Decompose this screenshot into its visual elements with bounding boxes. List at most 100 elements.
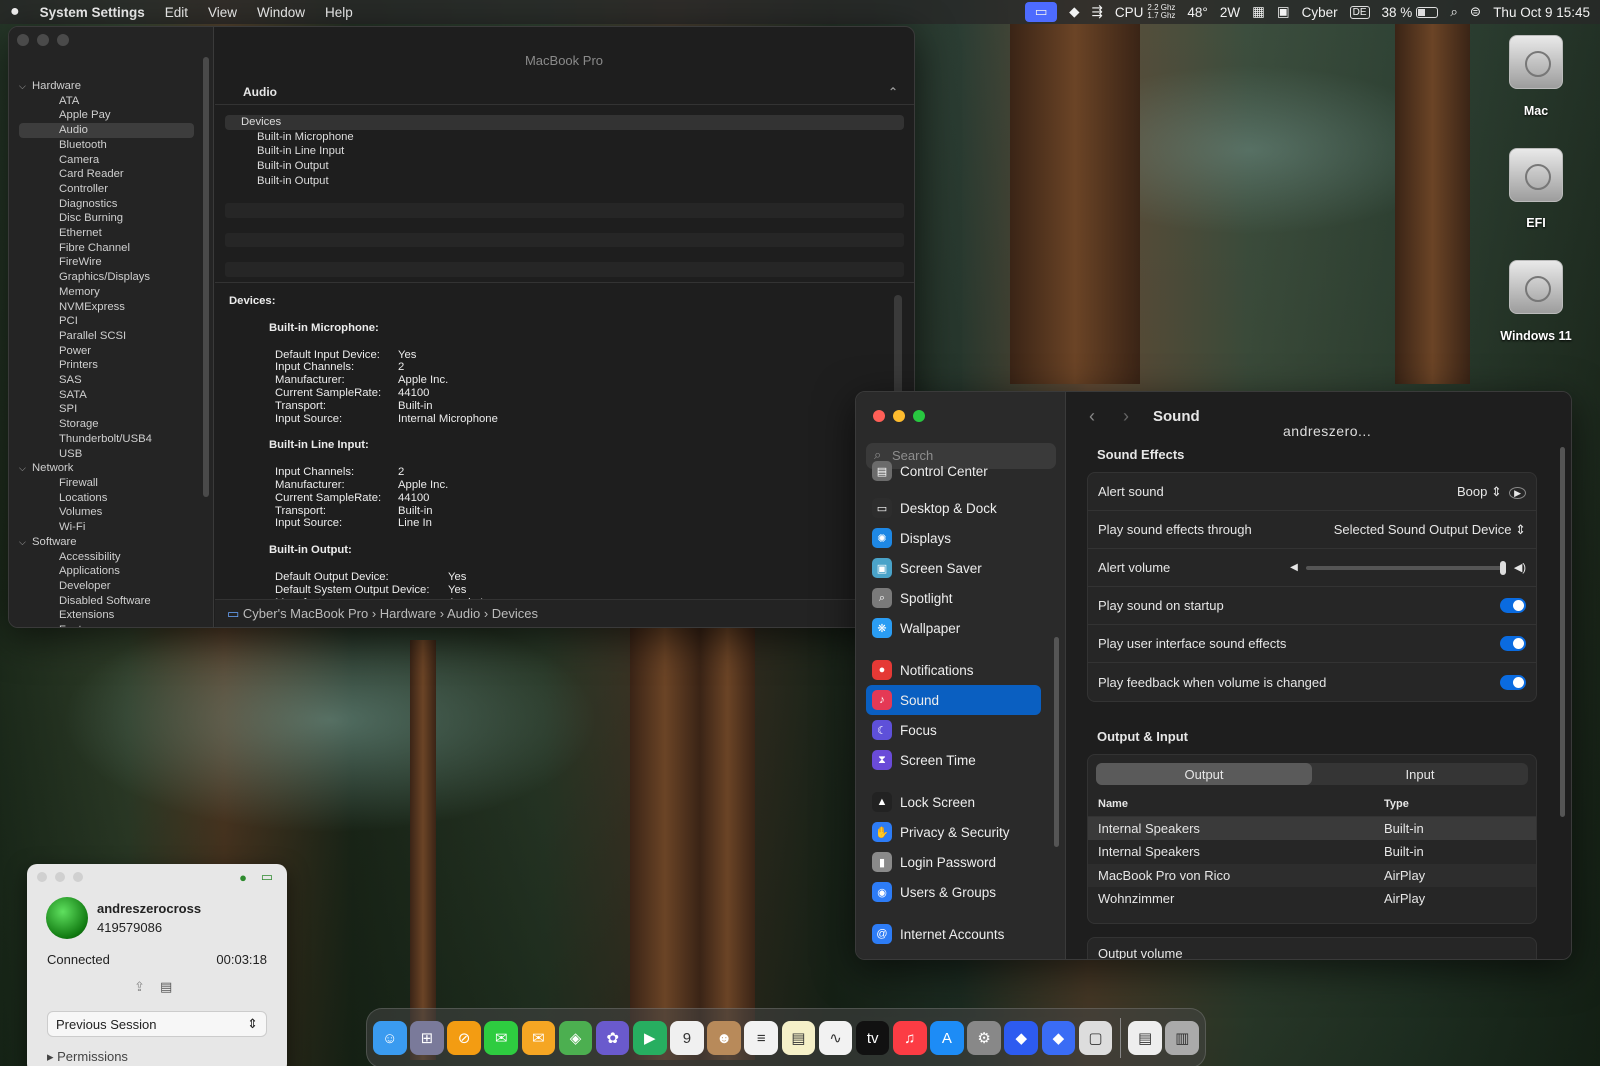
tree-item[interactable]: Fonts [19, 623, 194, 627]
tree-item[interactable]: Disabled Software [19, 594, 194, 609]
alert-volume-slider[interactable] [1305, 560, 1506, 575]
sidebar-item-screen-time[interactable]: ⧗ Screen Time [866, 745, 1041, 775]
drive-label[interactable]: EFI [1481, 216, 1591, 230]
sidebar-item-spotlight[interactable]: ⌕ Spotlight [866, 583, 1041, 613]
sidebar-scrollbar[interactable] [203, 57, 209, 497]
file-transfer-icon[interactable]: ⇪ [134, 979, 145, 995]
temperature-readout[interactable]: 48° [1187, 5, 1207, 20]
battery-icon[interactable] [1416, 6, 1439, 18]
tree-item[interactable]: Power [19, 344, 194, 359]
minimize-button[interactable] [55, 872, 65, 882]
slider-knob[interactable] [1499, 560, 1506, 575]
tree-item[interactable]: FireWire [19, 255, 194, 270]
path-component[interactable]: Cyber's MacBook Pro [243, 606, 368, 621]
tree-item[interactable]: Audio [19, 123, 194, 138]
menu-edit[interactable]: Edit [165, 5, 188, 20]
section-header[interactable]: Audio ⌃ [215, 79, 914, 105]
activity-icon[interactable]: ▦ [1252, 4, 1265, 20]
tree-item[interactable]: Extensions [19, 608, 194, 623]
split-divider[interactable] [215, 282, 914, 283]
dock-tv-icon[interactable]: tv [855, 1021, 890, 1055]
sidebar-scrollbar[interactable] [1054, 637, 1059, 847]
zoom-button[interactable] [57, 34, 69, 46]
dock-notes-icon[interactable]: ▤ [781, 1021, 816, 1055]
dock-photos-icon[interactable]: ✿ [595, 1021, 630, 1055]
dock-document-icon[interactable]: ▤ [1128, 1021, 1162, 1055]
device-row[interactable]: Built-in Microphone [225, 130, 904, 145]
table-row[interactable]: Wohnzimmer AirPlay [1088, 887, 1536, 911]
screen-sharing-icon[interactable]: ▭ [1025, 2, 1058, 22]
tree-item[interactable]: Camera [19, 153, 194, 168]
tree-item[interactable]: USB [19, 447, 194, 462]
tree-group[interactable]: Hardware [19, 79, 194, 94]
keyboard-layout-icon[interactable]: DE [1349, 5, 1370, 19]
zoom-button[interactable] [73, 872, 83, 882]
apple-menu-icon[interactable]: ● [10, 3, 20, 21]
tree-group[interactable]: Software [19, 535, 194, 550]
tree-item[interactable]: Parallel SCSI [19, 329, 194, 344]
dock-safari-icon[interactable]: ⊘ [447, 1021, 481, 1055]
tree-item[interactable]: Printers [19, 358, 194, 373]
tree-item[interactable]: Apple Pay [19, 108, 194, 123]
sidebar-item-privacy-security[interactable]: ✋ Privacy & Security [866, 817, 1041, 847]
dock-contacts-icon[interactable]: ☻ [707, 1021, 741, 1055]
tree-group[interactable]: Network [19, 461, 194, 476]
tree-item[interactable]: Bluetooth [19, 138, 194, 153]
menu-view[interactable]: View [208, 5, 237, 20]
dock-launchpad-icon[interactable]: ⊞ [410, 1021, 444, 1055]
close-button[interactable] [873, 410, 885, 422]
sidebar-item-wallpaper[interactable]: ❋ Wallpaper [866, 613, 1041, 643]
pane-scrollbar[interactable] [1560, 447, 1565, 817]
app-menu[interactable]: System Settings [40, 5, 145, 20]
dock-messages-icon[interactable]: ✉ [484, 1021, 519, 1055]
tree-item[interactable]: Fibre Channel [19, 241, 194, 256]
tree-item[interactable]: NVMExpress [19, 300, 194, 315]
power-readout[interactable]: 2W [1220, 5, 1240, 20]
dock-preview-icon[interactable]: ▢ [1078, 1021, 1113, 1055]
tree-item[interactable]: Wi-Fi [19, 520, 194, 535]
effects-through-popup[interactable]: Selected Sound Output Device ⇕ [1334, 522, 1526, 538]
cpu-frequency[interactable]: 2.2 Ghz 1.7 Ghz [1147, 4, 1175, 20]
search-icon[interactable]: ⌕ [1450, 4, 1458, 20]
message-icon[interactable]: ▤ [160, 979, 172, 995]
sidebar-item-lock-screen[interactable]: ▲ Lock Screen [866, 787, 1041, 817]
drive-icon[interactable] [1509, 260, 1563, 314]
toggle-switch[interactable] [1500, 674, 1526, 690]
dock-facetime-icon[interactable]: ▶ [632, 1021, 667, 1055]
minimize-button[interactable] [893, 410, 905, 422]
close-button[interactable] [37, 872, 47, 882]
path-component[interactable]: Hardware [380, 606, 436, 621]
devices-group-row[interactable]: Devices [225, 115, 904, 130]
sidebar-item-users-groups[interactable]: ◉ Users & Groups [866, 877, 1041, 907]
tab-input[interactable]: Input [1312, 763, 1528, 785]
toggle-switch[interactable] [1500, 636, 1526, 651]
tab-output[interactable]: Output [1096, 763, 1312, 785]
tree-item[interactable]: Accessibility [19, 550, 194, 565]
forward-chevron-icon[interactable]: › [1123, 406, 1129, 427]
tree-item[interactable]: Controller [19, 182, 194, 197]
drive-label[interactable]: Windows 11 [1481, 329, 1591, 343]
minimize-button[interactable] [37, 34, 49, 46]
control-center-icon[interactable]: ⊜ [1470, 4, 1481, 20]
tree-item[interactable]: ATA [19, 94, 194, 109]
tree-item[interactable]: PCI [19, 314, 194, 329]
tree-item[interactable]: Graphics/Displays [19, 270, 194, 285]
tree-item[interactable]: SATA [19, 388, 194, 403]
dock-maps-icon[interactable]: ◈ [558, 1021, 593, 1055]
play-icon[interactable]: ▶ [1509, 486, 1526, 499]
battery-percent[interactable]: 38 % [1382, 5, 1413, 20]
dock-teamviewer-2-icon[interactable]: ◆ [1041, 1021, 1076, 1055]
dock-reminders-icon[interactable]: ≡ [744, 1021, 779, 1055]
dock-appstore-icon[interactable]: A [930, 1021, 964, 1055]
dock-teamviewer-1-icon[interactable]: ◆ [1004, 1021, 1039, 1055]
dock-calendar-icon[interactable]: 9 [670, 1021, 704, 1055]
close-button[interactable] [17, 34, 29, 46]
menu-help[interactable]: Help [325, 5, 353, 20]
sidebar-item-notifications[interactable]: ● Notifications [866, 655, 1041, 685]
tree-item[interactable]: Thunderbolt/USB4 [19, 432, 194, 447]
alert-sound-popup[interactable]: Boop ⇕ ▶ [1457, 484, 1526, 500]
sidebar-item-sound[interactable]: ♪ Sound [866, 685, 1041, 715]
tree-item[interactable]: Developer [19, 579, 194, 594]
session-select[interactable]: Previous Session ⇕ [47, 1011, 267, 1037]
dock-mail-icon[interactable]: ✉ [521, 1021, 556, 1055]
